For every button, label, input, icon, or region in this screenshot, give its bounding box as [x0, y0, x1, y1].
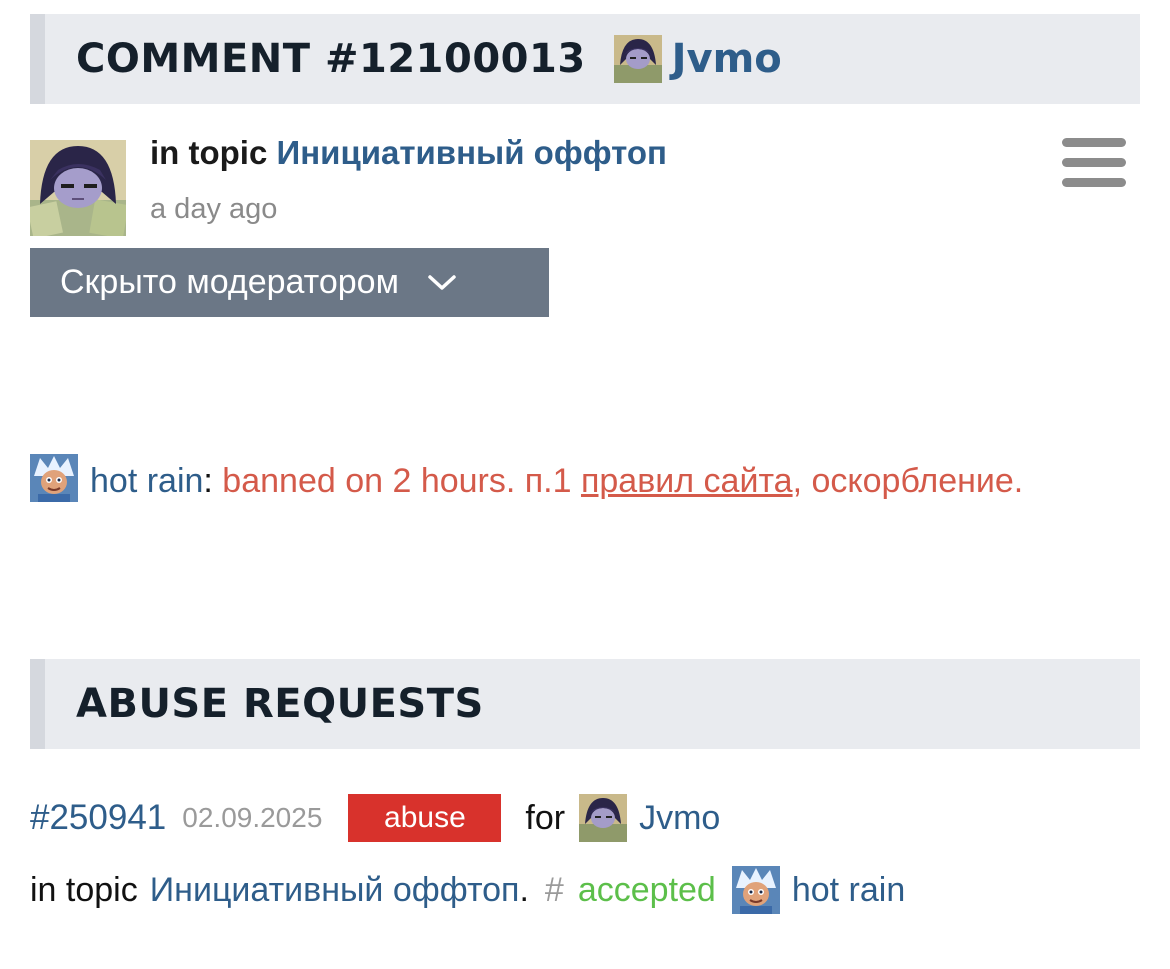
moderator-name-link[interactable]: hot rain [90, 462, 203, 500]
comment-author-link[interactable]: Jvmo [613, 35, 782, 83]
abuse-requests-header-bar: ABUSE REQUESTS [30, 659, 1140, 749]
comment-topic-link[interactable]: Инициативный оффтоп [277, 134, 667, 171]
abuse-request-row: #250941 02.09.2025 abuse for Jvmo [30, 792, 720, 844]
comment-menu-button[interactable] [1062, 138, 1126, 188]
site-rules-link[interactable]: правил сайта [581, 462, 793, 500]
abuse-status: accepted [577, 870, 716, 909]
abuse-type-badge: abuse [348, 794, 502, 842]
chevron-down-icon [427, 273, 457, 293]
page: COMMENT #12100013 Jvmo in topic Инициати… [0, 0, 1170, 969]
abuse-request-date: 02.09.2025 [182, 802, 323, 833]
abuse-resolver-link[interactable]: hot rain [792, 871, 905, 910]
abuse-for-label: for [525, 798, 566, 837]
ban-text: banned on 2 hours. п.1 [212, 462, 581, 500]
ban-colon: : [203, 462, 213, 500]
comment-timestamp[interactable]: a day ago [150, 193, 277, 226]
comment-topic-line: in topic Инициативный оффтоп [150, 134, 667, 172]
comment-header-bar: COMMENT #12100013 Jvmo [30, 14, 1140, 104]
hidden-by-moderator-label: Скрыто модератором [60, 263, 399, 301]
abuse-request-details: in topic Инициативный оффтоп. # accepted… [30, 864, 905, 916]
abuse-topic-link[interactable]: Инициативный оффтоп [150, 871, 520, 910]
abuse-hash-link[interactable]: # [545, 871, 564, 910]
author-avatar-icon [613, 35, 662, 83]
comment-author-name: Jvmo [671, 36, 782, 82]
comment-author-avatar[interactable] [30, 140, 126, 236]
moderator-avatar-icon[interactable] [30, 454, 78, 502]
comment-header-title: COMMENT #12100013 [76, 36, 586, 82]
abuse-topic-suffix: . [519, 870, 529, 909]
abuse-request-id-link[interactable]: #250941 [30, 798, 166, 838]
topic-prefix: in topic [150, 134, 268, 171]
abuse-requests-title: ABUSE REQUESTS [76, 681, 484, 727]
resolver-avatar-icon[interactable] [731, 866, 780, 914]
abuse-topic-prefix: in topic [30, 870, 138, 909]
ban-notice: hot rain: banned on 2 hours. п.1 правил … [30, 450, 1140, 512]
abuse-target-user-link[interactable]: Jvmo [639, 799, 720, 838]
target-user-avatar-icon[interactable] [579, 794, 628, 842]
hamburger-menu-icon [1062, 138, 1126, 187]
ban-reason: , оскорбление. [792, 462, 1024, 500]
hidden-by-moderator-toggle[interactable]: Скрыто модератором [30, 248, 549, 317]
